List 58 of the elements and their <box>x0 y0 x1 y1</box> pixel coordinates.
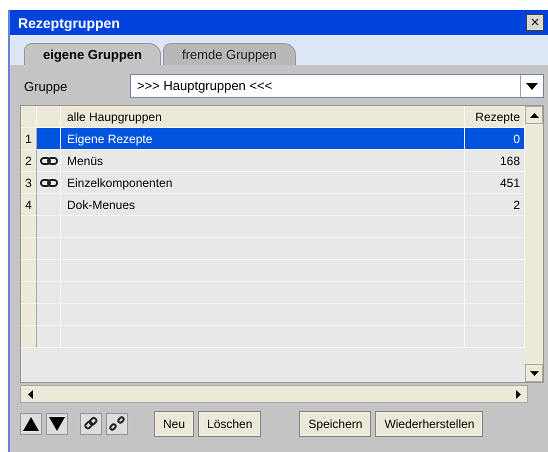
table-cell: Einzelkomponenten <box>61 172 465 194</box>
action-button[interactable]: Speichern <box>299 411 372 437</box>
row-number: 4 <box>21 194 37 216</box>
action-button[interactable]: Neu <box>154 411 194 437</box>
table-cell <box>37 238 61 260</box>
tab[interactable]: fremde Gruppen <box>162 43 296 65</box>
scroll-down-button[interactable] <box>525 364 543 382</box>
down-triangle-icon <box>49 417 65 431</box>
action-button[interactable]: Löschen <box>198 411 262 437</box>
row-header <box>21 238 37 260</box>
unlink-button[interactable] <box>106 413 128 435</box>
row-number: 3 <box>21 172 37 194</box>
row-header <box>21 304 37 326</box>
table-cell <box>37 128 61 150</box>
tab[interactable]: eigene Gruppen <box>24 43 161 65</box>
row-header <box>21 216 37 238</box>
row-header <box>21 282 37 304</box>
table-cell <box>37 194 61 216</box>
table-cell: 0 <box>465 128 525 150</box>
right-arrow-icon <box>516 390 520 398</box>
dropdown-arrow-icon <box>526 82 538 90</box>
table-row[interactable]: 1 Eigene Rezepte 0 <box>21 128 525 150</box>
move-up-button[interactable] <box>20 413 42 435</box>
field-label: Gruppe <box>23 78 68 94</box>
left-arrow-icon <box>28 390 32 398</box>
up-arrow-icon <box>530 112 538 118</box>
column-header[interactable]: Rezepte <box>465 106 525 128</box>
up-triangle-icon <box>23 417 39 431</box>
row-header <box>21 326 37 348</box>
horizontal-scrollbar[interactable] <box>20 385 528 403</box>
window-title: Rezeptgruppen <box>18 14 120 30</box>
row-number: 1 <box>21 128 37 150</box>
table-cell <box>37 260 61 282</box>
header-cell <box>37 106 61 128</box>
table-row[interactable]: 2 Menüs 168 <box>21 150 525 172</box>
row-header <box>21 260 37 282</box>
action-button[interactable]: Wiederherstellen <box>375 411 484 437</box>
link-icon <box>83 416 99 432</box>
column-header[interactable]: alle Haupgruppen <box>61 106 465 128</box>
move-down-button[interactable] <box>46 413 68 435</box>
table-row[interactable]: 4 Dok-Menues 2 <box>21 194 525 216</box>
table-cell: Eigene Rezepte <box>61 128 465 150</box>
table-cell: Menüs <box>61 150 465 172</box>
header-cell <box>21 106 37 128</box>
link-button[interactable] <box>80 413 102 435</box>
table-cell <box>37 304 61 326</box>
down-arrow-icon <box>530 370 538 376</box>
group-dropdown[interactable]: >>> Hauptgruppen <<< <box>130 74 544 98</box>
broken-link-icon <box>109 416 125 432</box>
row-number: 2 <box>21 150 37 172</box>
vertical-scrollbar[interactable] <box>525 106 543 382</box>
table-cell <box>37 282 61 304</box>
table-cell <box>37 216 61 238</box>
table-row[interactable]: 3 Einzelkomponenten 451 <box>21 172 525 194</box>
close-button[interactable]: × <box>526 14 544 31</box>
scroll-up-button[interactable] <box>525 106 543 124</box>
table-cell: Dok-Menues <box>61 194 465 216</box>
table-cell <box>37 326 61 348</box>
